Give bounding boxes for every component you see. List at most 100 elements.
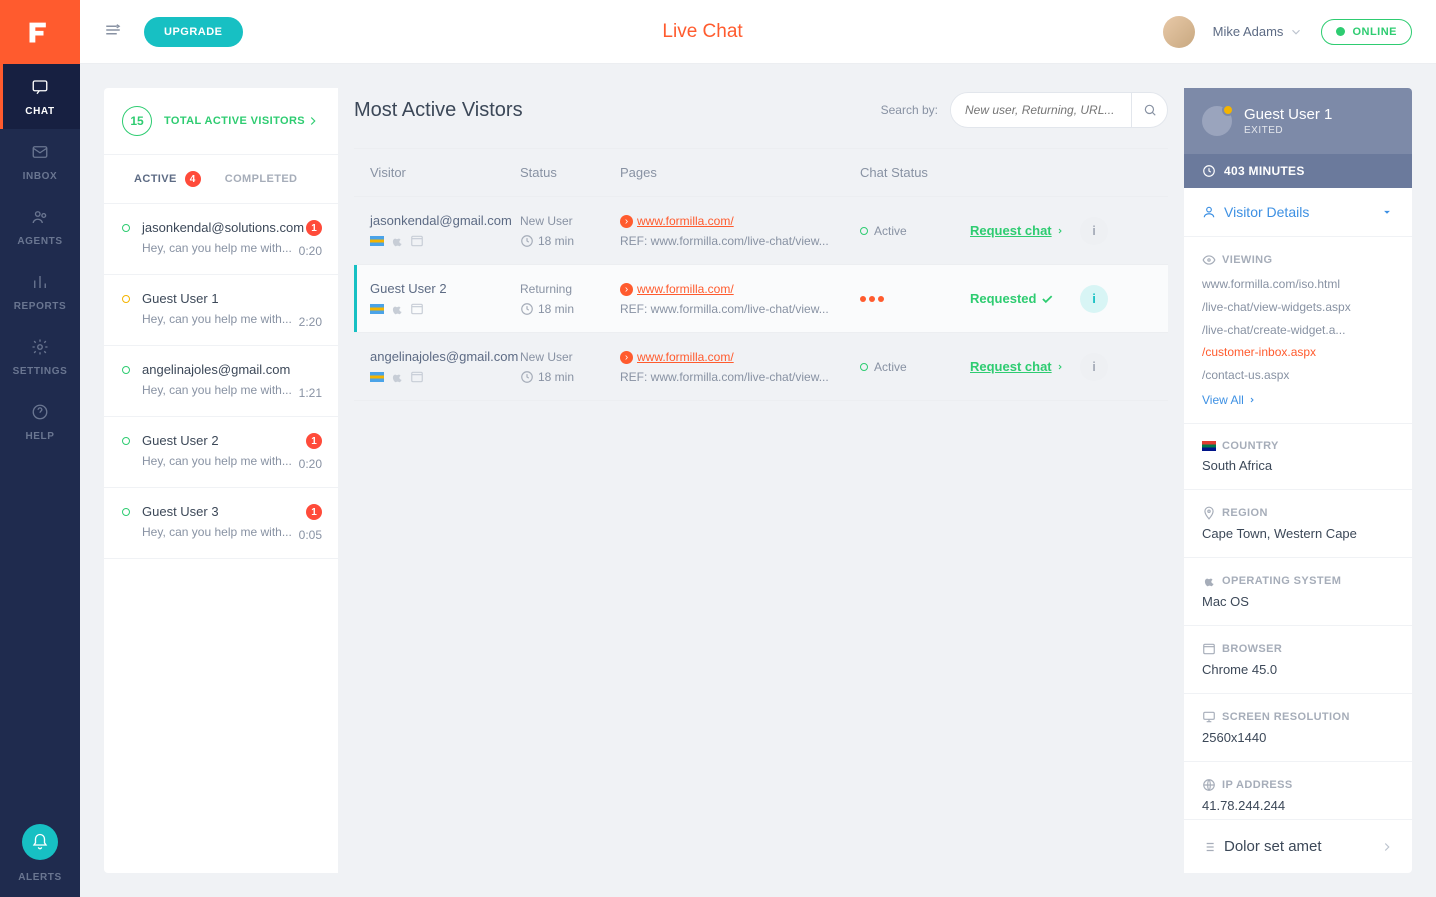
- page-url[interactable]: www.formilla.com/: [637, 282, 734, 296]
- status-dot: [122, 295, 130, 303]
- table-row[interactable]: angelinajoles@gmail.com New User 18 min …: [354, 333, 1168, 401]
- upgrade-button[interactable]: UPGRADE: [144, 17, 243, 47]
- monitor-icon: [1202, 710, 1216, 724]
- chat-preview: Hey, can you help me with...: [142, 312, 292, 326]
- user-avatar[interactable]: [1163, 16, 1195, 48]
- queue-header-label: TOTAL ACTIVE VISITORS: [164, 115, 306, 127]
- chat-row[interactable]: Guest User 2 1 Hey, can you help me with…: [104, 417, 338, 488]
- user-menu[interactable]: Mike Adams: [1213, 24, 1304, 39]
- view-all-link[interactable]: View All: [1202, 393, 1256, 407]
- viewing-page[interactable]: /customer-inbox.aspx: [1202, 341, 1394, 364]
- nav-agents[interactable]: AGENTS: [0, 194, 80, 259]
- chat-row[interactable]: angelinajoles@gmail.com Hey, can you hel…: [104, 346, 338, 417]
- browser-icon: [410, 234, 424, 248]
- table-row[interactable]: jasonkendal@gmail.com New User 18 min ww…: [354, 197, 1168, 265]
- search-icon: [1143, 103, 1157, 117]
- chat-row[interactable]: Guest User 3 1 Hey, can you help me with…: [104, 488, 338, 559]
- visitor-details-panel: Guest User 1 EXITED 403 MINUTES Visitor …: [1184, 88, 1412, 873]
- resolution-section: SCREEN RESOLUTION 2560x1440: [1184, 694, 1412, 762]
- col-chat: Chat Status: [860, 165, 970, 180]
- chat-row[interactable]: jasonkendal@solutions.com 1 Hey, can you…: [104, 204, 338, 275]
- globe-icon: [1202, 778, 1216, 792]
- view-all-label: View All: [1202, 393, 1244, 407]
- guest-avatar: [1202, 106, 1232, 136]
- nav-chat-label: CHAT: [25, 106, 54, 117]
- nav-reports-label: REPORTS: [14, 301, 67, 312]
- flag-icon: [370, 236, 384, 246]
- request-chat-button[interactable]: Request chat: [970, 223, 1080, 238]
- viewing-page[interactable]: www.formilla.com/iso.html: [1202, 273, 1394, 296]
- nav-inbox[interactable]: INBOX: [0, 129, 80, 194]
- col-status: Status: [520, 165, 620, 180]
- chat-time: 2:20: [299, 315, 322, 329]
- visitor-status: Returning: [520, 282, 620, 296]
- link-icon: [620, 351, 633, 364]
- request-chat-button[interactable]: Request chat: [970, 359, 1080, 374]
- pin-icon: [1202, 506, 1216, 520]
- search-input[interactable]: [951, 94, 1131, 126]
- chat-status: Active: [860, 360, 970, 374]
- col-pages: Pages: [620, 165, 860, 180]
- tab-completed-label: COMPLETED: [225, 173, 298, 185]
- chat-icon: [31, 78, 49, 96]
- section-title: Visitor Details: [1224, 204, 1372, 220]
- chat-name: Guest User 1: [142, 291, 320, 306]
- visitor-name: angelinajoles@gmail.com: [370, 349, 520, 364]
- bell-icon: [22, 824, 58, 860]
- nav-reports[interactable]: REPORTS: [0, 259, 80, 324]
- agents-icon: [31, 208, 49, 226]
- flag-za-icon: [1202, 441, 1216, 451]
- chevron-right-icon: [1248, 396, 1256, 404]
- browser-icon: [410, 302, 424, 316]
- page-url[interactable]: www.formilla.com/: [637, 350, 734, 364]
- search-button[interactable]: [1131, 93, 1167, 127]
- tab-active-label: ACTIVE: [134, 173, 177, 185]
- nav-settings[interactable]: SETTINGS: [0, 324, 80, 389]
- tab-active[interactable]: ACTIVE 4: [122, 155, 213, 203]
- page-url[interactable]: www.formilla.com/: [637, 214, 734, 228]
- clock-icon: [520, 234, 534, 248]
- nav-chat[interactable]: CHAT: [0, 64, 80, 129]
- brand-logo[interactable]: [0, 0, 80, 64]
- clock-icon: [520, 370, 534, 384]
- chat-preview: Hey, can you help me with...: [142, 383, 292, 397]
- table-row[interactable]: Guest User 2 Returning 18 min www.formil…: [354, 265, 1168, 333]
- search-label: Search by:: [881, 103, 938, 117]
- clock-icon: [520, 302, 534, 316]
- info-button[interactable]: i: [1080, 217, 1108, 245]
- status-dot: [122, 366, 130, 374]
- browser-section: BROWSER Chrome 45.0: [1184, 626, 1412, 694]
- status-label: ONLINE: [1352, 26, 1397, 38]
- tab-active-badge: 4: [185, 171, 201, 187]
- os-section: OPERATING SYSTEM Mac OS: [1184, 558, 1412, 626]
- viewing-page[interactable]: /contact-us.aspx: [1202, 364, 1394, 387]
- browser-icon: [410, 370, 424, 384]
- flag-icon: [370, 372, 384, 382]
- page-ref: REF: www.formilla.com/live-chat/view...: [620, 302, 860, 316]
- apple-icon: [1202, 574, 1216, 588]
- viewing-page[interactable]: /live-chat/view-widgets.aspx: [1202, 296, 1394, 319]
- table-title: Most Active Vistors: [354, 99, 881, 122]
- menu-toggle-icon[interactable]: [104, 21, 122, 42]
- queue-header[interactable]: 15 TOTAL ACTIVE VISITORS: [104, 88, 338, 155]
- chat-row[interactable]: Guest User 1 Hey, can you help me with..…: [104, 275, 338, 346]
- visitor-details-toggle[interactable]: Visitor Details: [1184, 188, 1412, 237]
- viewing-label: VIEWING: [1222, 254, 1272, 266]
- tab-completed[interactable]: COMPLETED: [213, 155, 310, 203]
- link-icon: [620, 283, 633, 296]
- chat-status: Active: [860, 224, 970, 238]
- details-header: Guest User 1 EXITED: [1184, 88, 1412, 154]
- status-pill[interactable]: ONLINE: [1321, 19, 1412, 45]
- nav-help[interactable]: HELP: [0, 389, 80, 454]
- viewing-page[interactable]: /live-chat/create-widget.a...: [1202, 319, 1394, 342]
- details-footer[interactable]: Dolor set amet: [1184, 819, 1412, 873]
- chat-name: jasonkendal@solutions.com: [142, 220, 320, 235]
- nav-alerts[interactable]: ALERTS: [0, 824, 80, 897]
- eye-icon: [1202, 253, 1216, 267]
- guest-status: EXITED: [1244, 125, 1332, 136]
- info-button[interactable]: i: [1080, 285, 1108, 313]
- info-button[interactable]: i: [1080, 353, 1108, 381]
- country-value: South Africa: [1202, 458, 1394, 473]
- chat-time: 0:20: [299, 457, 322, 471]
- left-nav: CHAT INBOX AGENTS REPORTS SETTINGS HELP: [0, 0, 80, 897]
